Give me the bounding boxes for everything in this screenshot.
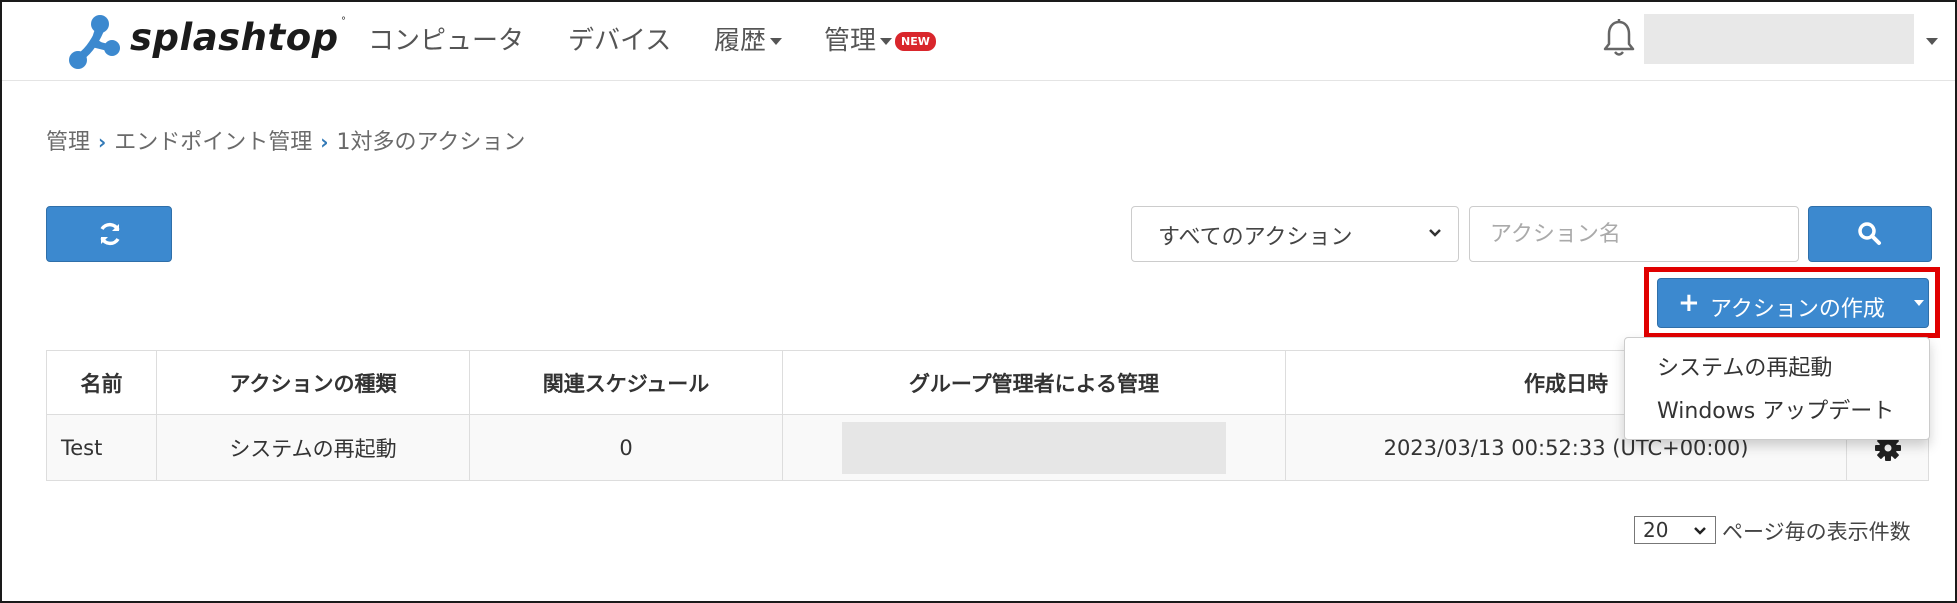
user-account-menu[interactable]	[1644, 14, 1914, 64]
brand-name: splashtop	[130, 16, 339, 59]
new-badge: NEW	[895, 32, 936, 51]
cell-group-admin	[782, 414, 1286, 481]
chevron-down-icon[interactable]	[1926, 38, 1938, 45]
top-navbar: splashtop ° コンピュータ デバイス 履歴 管理 NEW	[2, 2, 1955, 81]
chevron-down-icon	[1914, 300, 1924, 306]
chevron-right-icon: ›	[320, 130, 329, 154]
chevron-right-icon: ›	[98, 130, 107, 154]
create-action-button[interactable]: + アクションの作成	[1657, 278, 1929, 328]
search-icon	[1858, 222, 1881, 245]
brand-mark: °	[341, 16, 346, 27]
action-type-selected: すべてのアクション	[1158, 225, 1353, 250]
create-action-label: アクションの作成	[1710, 297, 1885, 322]
nav-devices[interactable]: デバイス	[568, 20, 671, 57]
menu-item-system-restart[interactable]: システムの再起動	[1657, 350, 1832, 382]
chevron-down-icon	[770, 38, 783, 45]
nav-computers[interactable]: コンピュータ	[368, 20, 524, 57]
action-type-select[interactable]: すべてのアクション	[1131, 206, 1459, 262]
bell-icon[interactable]	[1602, 18, 1636, 58]
per-page-select[interactable]: 20	[1634, 516, 1716, 544]
nav-history-label: 履歴	[714, 26, 767, 56]
plus-icon: +	[1678, 288, 1700, 318]
menu-item-windows-update[interactable]: Windows アップデート	[1657, 393, 1894, 425]
chevron-down-icon	[1694, 527, 1706, 535]
nav-manage-label: 管理	[824, 26, 877, 56]
breadcrumb-current: 1対多のアクション	[336, 130, 526, 155]
column-header-schedule[interactable]: 関連スケジュール	[469, 350, 783, 415]
search-button[interactable]	[1808, 206, 1932, 262]
column-header-name[interactable]: 名前	[46, 350, 157, 415]
action-name-search-input[interactable]	[1469, 206, 1799, 262]
column-header-group-admin[interactable]: グループ管理者による管理	[782, 350, 1286, 415]
cell-name[interactable]: Test	[46, 414, 157, 481]
cell-schedule: 0	[469, 414, 783, 481]
breadcrumb: 管理 › エンドポイント管理 › 1対多のアクション	[46, 124, 525, 156]
chevron-down-icon	[1429, 229, 1441, 237]
redacted-block	[842, 421, 1226, 474]
column-header-type[interactable]: アクションの種類	[156, 350, 470, 415]
app-window: splashtop ° コンピュータ デバイス 履歴 管理 NEW 管理 › エンドポ…	[0, 0, 1957, 603]
nav-history[interactable]: 履歴	[714, 20, 783, 57]
per-page-label: ページ毎の表示件数	[1722, 520, 1911, 544]
breadcrumb-manage[interactable]: 管理	[46, 130, 90, 155]
refresh-icon	[100, 222, 120, 246]
splashtop-logo[interactable]: splashtop °	[58, 10, 348, 72]
nav-manage[interactable]: 管理 NEW	[824, 20, 936, 57]
per-page-value: 20	[1643, 518, 1669, 542]
create-action-menu: システムの再起動 Windows アップデート	[1624, 337, 1930, 440]
refresh-button[interactable]	[46, 206, 172, 262]
splashtop-logo-icon	[69, 15, 120, 69]
chevron-down-icon	[880, 38, 893, 45]
breadcrumb-endpoint-management[interactable]: エンドポイント管理	[114, 130, 312, 155]
cell-type: システムの再起動	[156, 414, 470, 481]
